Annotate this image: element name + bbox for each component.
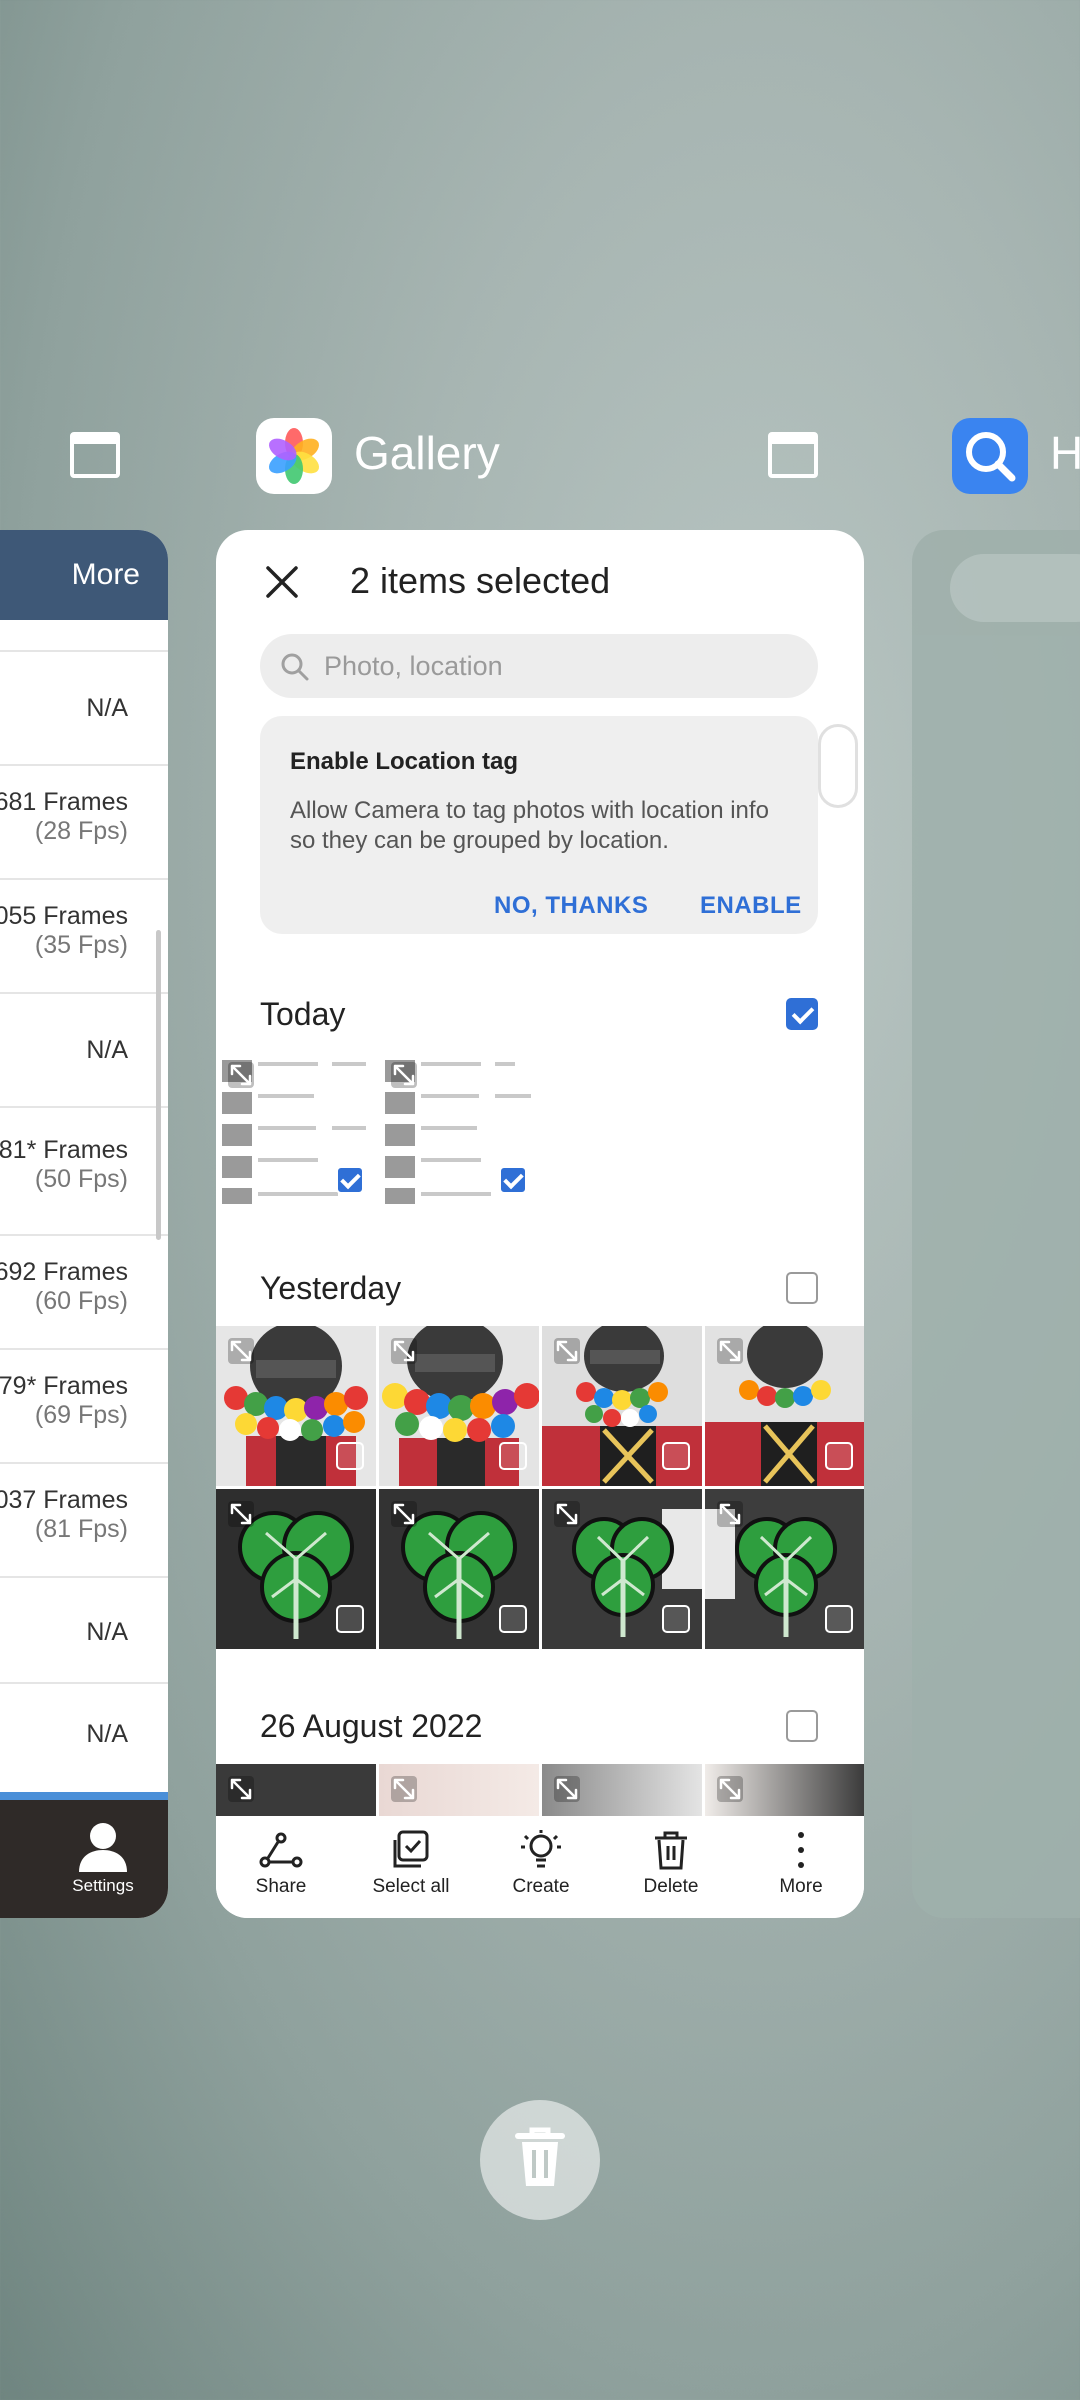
next-app-title: H <box>1050 427 1080 479</box>
settings-tab-label: Settings <box>72 1876 134 1895</box>
gallery-app-icon <box>256 418 332 494</box>
left-app-card[interactable]: More N/A ,681 Frames (28 Fps) ,055 Frames… <box>0 530 168 1918</box>
right-app-search-bar <box>950 554 1080 622</box>
expand-icon[interactable] <box>391 1776 417 1802</box>
trash-icon <box>655 1831 687 1870</box>
scroll-handle[interactable] <box>818 724 858 808</box>
location-tip-card: Enable Location tag Allow Camera to tag … <box>260 716 818 934</box>
expand-icon[interactable] <box>228 1338 254 1364</box>
expand-icon[interactable] <box>391 1062 417 1088</box>
left-row: N/A <box>0 992 168 1106</box>
expand-icon[interactable] <box>554 1338 580 1364</box>
trash-icon <box>515 2127 565 2186</box>
close-icon[interactable] <box>264 564 300 600</box>
photo-thumb[interactable] <box>379 1764 539 1824</box>
photo-thumb[interactable] <box>216 1489 376 1649</box>
left-row: 279* Frames(69 Fps) <box>0 1348 168 1462</box>
gallery-card[interactable]: 2 items selected Photo, location Enable … <box>216 530 864 1918</box>
photo-checkbox[interactable] <box>825 1605 853 1633</box>
photo-thumb[interactable] <box>705 1764 864 1824</box>
left-row: ,681 Frames (28 Fps) <box>0 764 168 878</box>
bulb-icon <box>521 1830 561 1868</box>
settings-tab[interactable]: Settings <box>38 1800 168 1918</box>
right-app-card[interactable] <box>912 530 1080 1918</box>
photo-thumb[interactable] <box>379 1050 539 1210</box>
expand-icon[interactable] <box>391 1338 417 1364</box>
clear-all-button[interactable] <box>480 2100 600 2220</box>
left-row: N/A <box>0 1576 168 1682</box>
select-date-checkbox[interactable] <box>786 1710 818 1742</box>
left-row: 081* Frames(50 Fps) <box>0 1106 168 1234</box>
photo-thumb[interactable] <box>542 1326 702 1486</box>
left-row: ,037 Frames (81 Fps) <box>0 1462 168 1576</box>
left-bottom-nav: Settings <box>0 1792 168 1918</box>
photo-checkbox[interactable] <box>662 1442 690 1470</box>
delete-label: Delete <box>643 1876 699 1897</box>
create-label: Create <box>512 1876 570 1897</box>
section-title-date: 26 August 2022 <box>260 1708 483 1744</box>
left-row: ,692 Frames (60 Fps) <box>0 1234 168 1348</box>
more-vertical-icon <box>798 1832 804 1868</box>
select-all-icon <box>393 1830 429 1868</box>
expand-icon[interactable] <box>554 1501 580 1527</box>
no-thanks-button[interactable]: NO, THANKS <box>494 892 648 920</box>
expand-icon[interactable] <box>717 1776 743 1802</box>
photo-thumb[interactable] <box>542 1764 702 1824</box>
share-icon <box>259 1832 303 1868</box>
photo-checkbox[interactable] <box>499 1442 527 1470</box>
section-title-today: Today <box>260 996 346 1032</box>
share-button[interactable]: Share <box>216 1816 346 1898</box>
photo-thumb[interactable] <box>379 1326 539 1486</box>
expand-icon[interactable] <box>717 1338 743 1364</box>
tip-title: Enable Location tag <box>290 748 519 775</box>
left-row: N/A <box>0 1682 168 1792</box>
window-icon-left[interactable] <box>70 432 120 478</box>
photo-checkbox[interactable] <box>499 1605 527 1633</box>
left-more-button[interactable]: More <box>0 530 168 620</box>
share-label: Share <box>255 1876 307 1897</box>
expand-icon[interactable] <box>554 1776 580 1802</box>
search-input[interactable]: Photo, location <box>260 634 818 698</box>
search-placeholder: Photo, location <box>324 651 503 681</box>
select-all-label: Select all <box>372 1876 450 1897</box>
expand-icon[interactable] <box>717 1501 743 1527</box>
photo-thumb[interactable] <box>216 1764 376 1824</box>
gallery-app-title: Gallery <box>354 427 500 479</box>
photo-thumb[interactable] <box>705 1326 864 1486</box>
window-icon-gallery[interactable] <box>768 432 818 478</box>
delete-button[interactable]: Delete <box>606 1816 736 1898</box>
expand-icon[interactable] <box>228 1776 254 1802</box>
create-button[interactable]: Create <box>476 1816 606 1898</box>
more-button[interactable]: More <box>736 1816 864 1898</box>
photo-checkbox[interactable] <box>336 1605 364 1633</box>
photo-checkbox[interactable] <box>499 1166 527 1194</box>
select-all-button[interactable]: Select all <box>346 1816 476 1898</box>
enable-button[interactable]: ENABLE <box>700 892 802 920</box>
photo-thumb[interactable] <box>216 1326 376 1486</box>
search-icon <box>281 653 309 681</box>
photo-checkbox[interactable] <box>336 1442 364 1470</box>
select-yesterday-checkbox[interactable] <box>786 1272 818 1304</box>
left-row: N/A <box>0 650 168 764</box>
action-bar: Share Select all Create Delete More <box>216 1816 864 1918</box>
photo-thumb[interactable] <box>705 1489 864 1649</box>
left-row: ,055 Frames (35 Fps) <box>0 878 168 992</box>
expand-icon[interactable] <box>391 1501 417 1527</box>
selection-title: 2 items selected <box>350 560 611 601</box>
photo-checkbox[interactable] <box>336 1166 364 1194</box>
photo-thumb[interactable] <box>379 1489 539 1649</box>
search-app-icon <box>952 418 1028 494</box>
section-title-yesterday: Yesterday <box>260 1270 402 1306</box>
expand-icon[interactable] <box>228 1062 254 1088</box>
tip-body: Allow Camera to tag photos with location… <box>290 797 769 854</box>
left-scrollbar[interactable] <box>156 930 161 1240</box>
photo-thumb[interactable] <box>216 1050 376 1210</box>
photo-thumb[interactable] <box>542 1489 702 1649</box>
photo-checkbox[interactable] <box>825 1442 853 1470</box>
photo-checkbox[interactable] <box>662 1605 690 1633</box>
person-icon <box>79 1823 127 1872</box>
expand-icon[interactable] <box>228 1501 254 1527</box>
select-today-checkbox[interactable] <box>786 998 818 1030</box>
more-label: More <box>779 1876 823 1897</box>
